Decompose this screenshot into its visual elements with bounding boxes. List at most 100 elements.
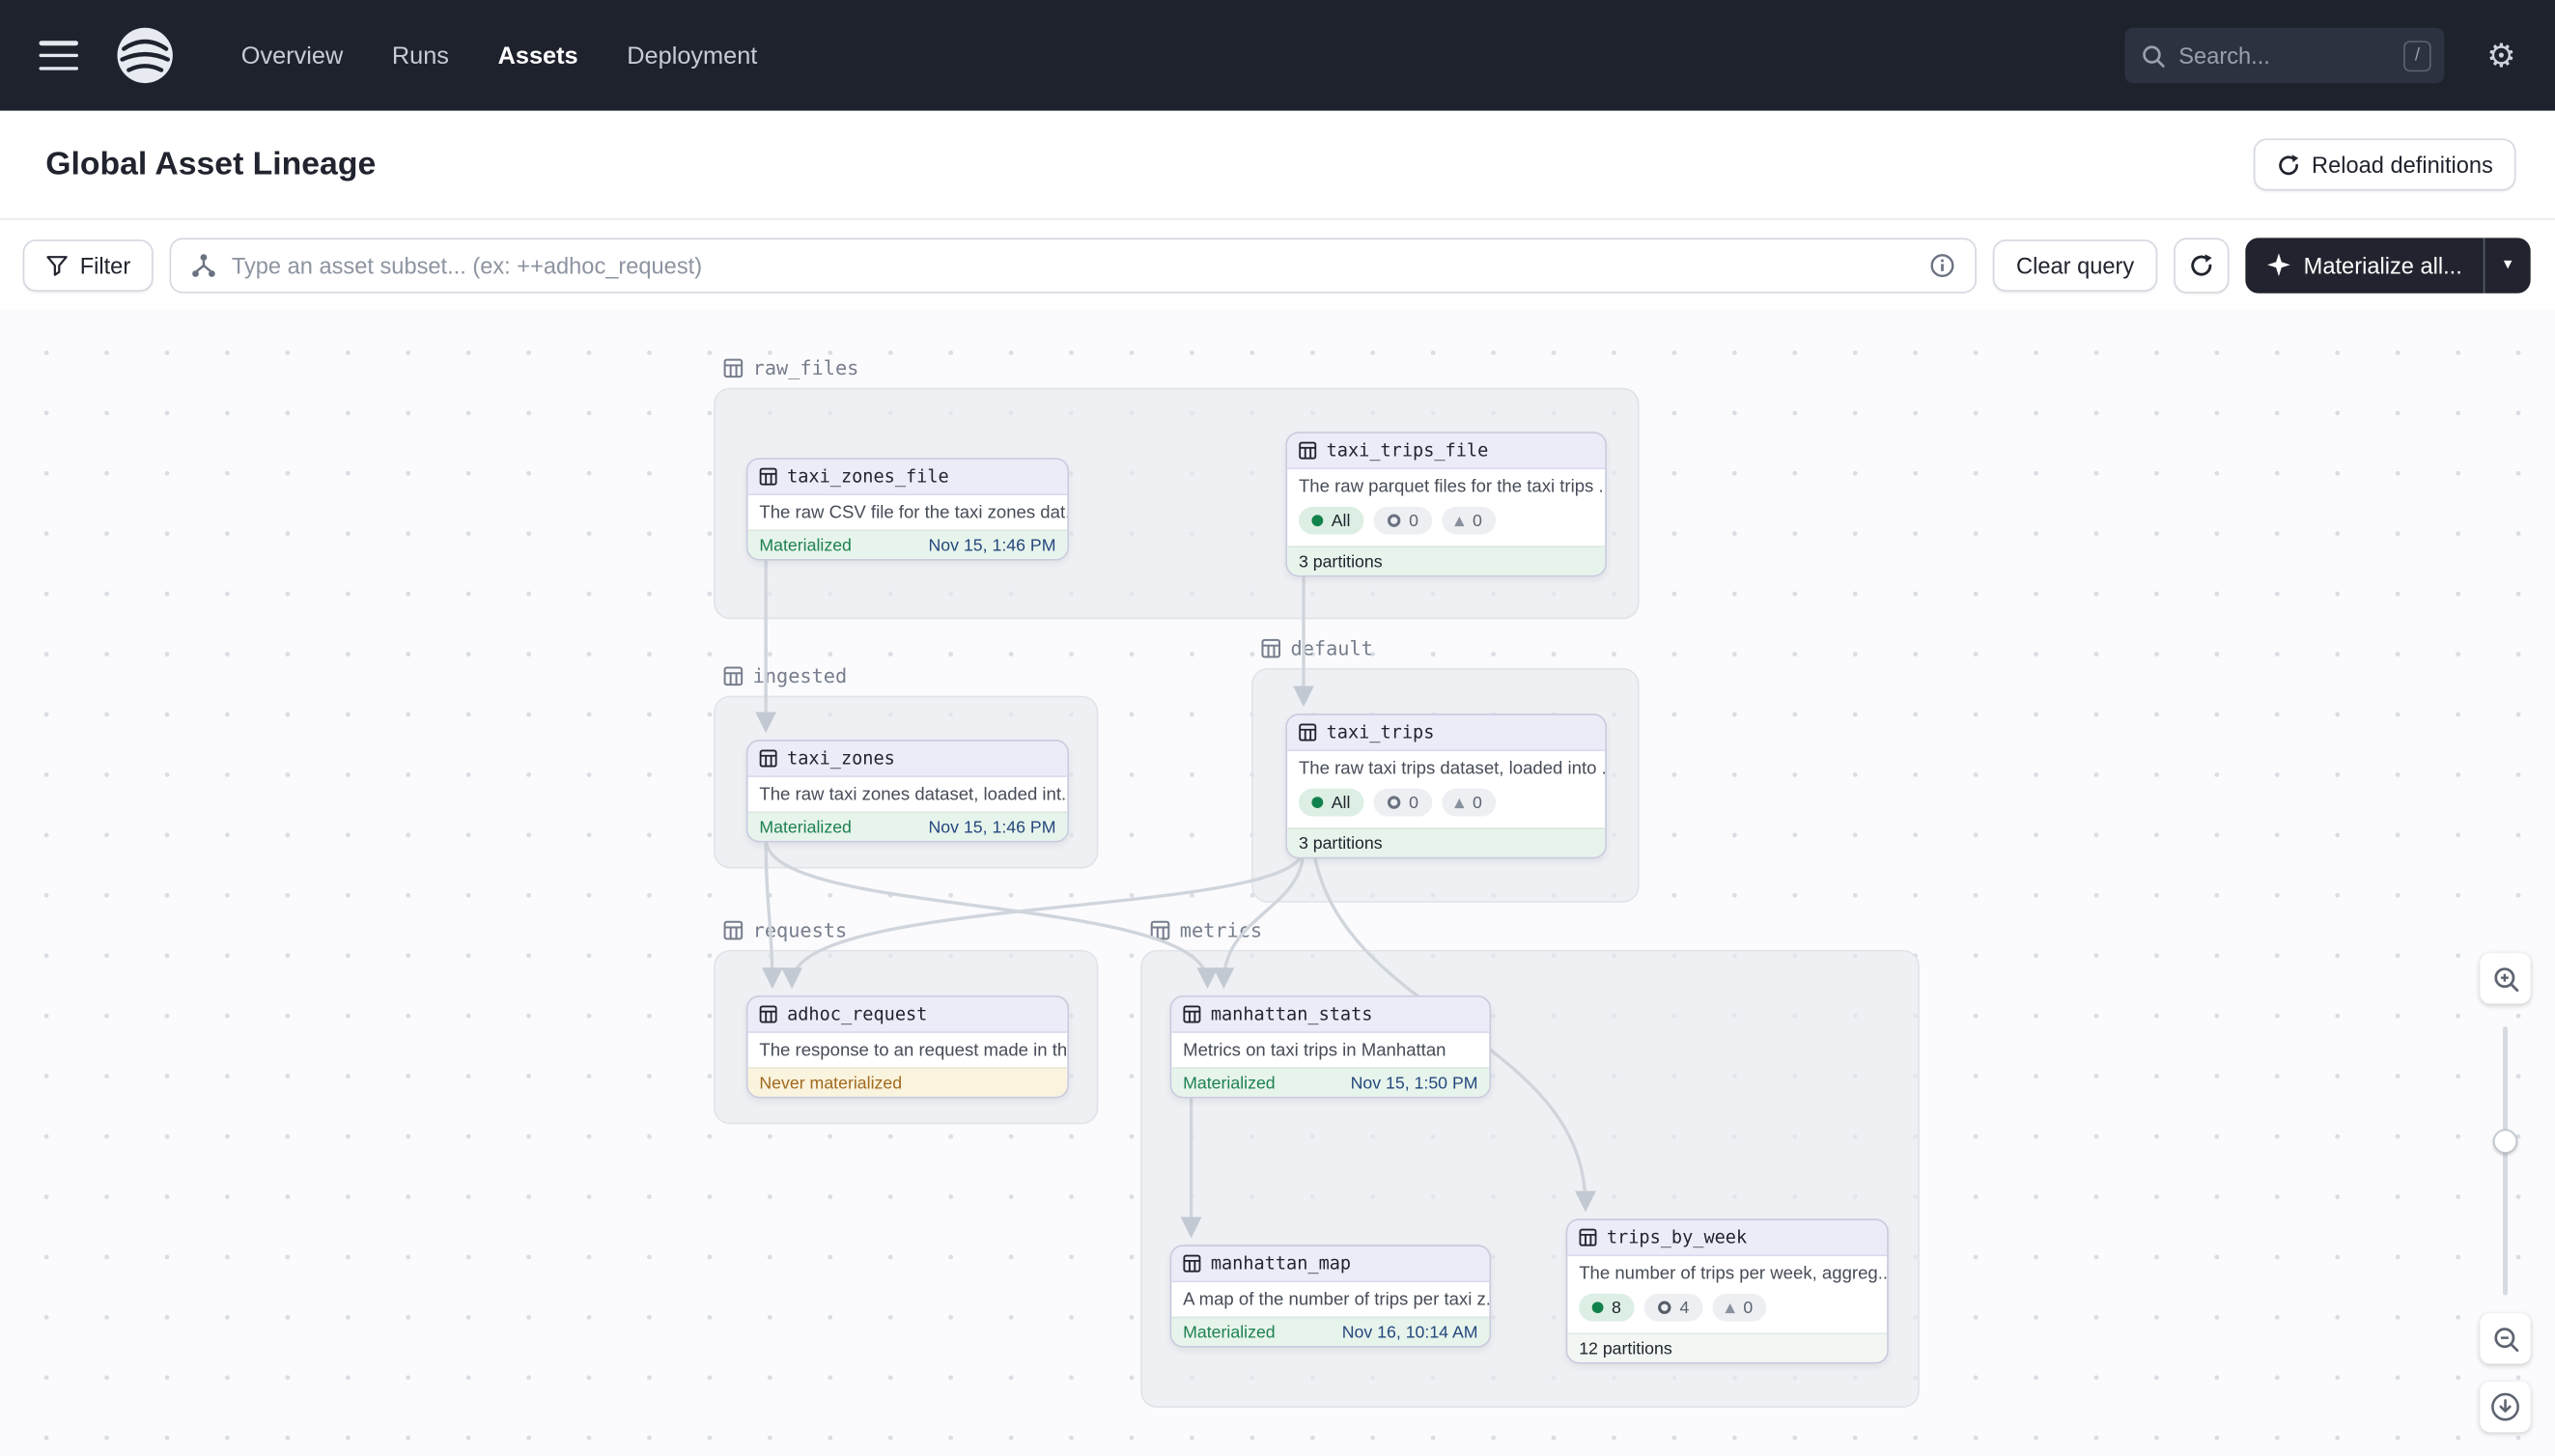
asset-node-taxi-trips[interactable]: taxi_trips The raw taxi trips dataset, l… bbox=[1285, 714, 1606, 858]
lineage-toolbar: Filter Clear query Materialize all bbox=[0, 220, 2555, 310]
asset-status-row: Materialized Nov 15, 1:50 PM bbox=[1171, 1067, 1489, 1096]
zoom-slider-handle[interactable] bbox=[2493, 1129, 2517, 1153]
asset-node-header: taxi_zones bbox=[748, 742, 1068, 777]
partitions-count-row: 3 partitions bbox=[1287, 546, 1605, 574]
nav-item-runs[interactable]: Runs bbox=[392, 42, 449, 70]
status-timestamp[interactable]: Nov 15, 1:46 PM bbox=[929, 535, 1056, 554]
asset-status-row: Materialized Nov 15, 1:46 PM bbox=[748, 529, 1068, 558]
clear-query-button[interactable]: Clear query bbox=[1993, 238, 2156, 291]
asset-graph-icon bbox=[191, 252, 217, 278]
materialized-partitions-badge[interactable]: 8 bbox=[1579, 1294, 1634, 1322]
settings-gear-icon[interactable]: ⚙ bbox=[2486, 40, 2515, 72]
reload-definitions-button[interactable]: Reload definitions bbox=[2253, 138, 2515, 190]
failed-partitions-badge[interactable]: ▲0 bbox=[1442, 507, 1496, 535]
missing-circle-icon bbox=[1387, 796, 1401, 810]
zoom-slider-track[interactable] bbox=[2503, 1026, 2508, 1295]
asset-subset-query[interactable] bbox=[170, 238, 1978, 293]
missing-partitions-badge[interactable]: 4 bbox=[1643, 1294, 1701, 1322]
dagster-logo-icon[interactable] bbox=[114, 24, 176, 86]
lineage-graph-canvas[interactable]: raw_files ingested default requests metr… bbox=[0, 310, 2555, 1456]
asset-node-trips-by-week[interactable]: trips_by_week The number of trips per we… bbox=[1566, 1218, 1889, 1363]
asset-name: taxi_zones bbox=[787, 748, 895, 770]
asset-node-header: taxi_trips bbox=[1287, 715, 1605, 751]
warning-triangle-icon: ▲ bbox=[1454, 796, 1464, 809]
failed-partitions-badge[interactable]: ▲0 bbox=[1712, 1294, 1766, 1322]
asset-node-header: taxi_trips_file bbox=[1287, 434, 1605, 469]
materialized-dot-icon bbox=[1311, 515, 1323, 526]
main-nav: Overview Runs Assets Deployment bbox=[241, 42, 758, 70]
table-icon bbox=[1183, 1005, 1201, 1023]
materialized-dot-icon bbox=[1592, 1302, 1604, 1313]
filter-label: Filter bbox=[80, 252, 131, 278]
table-icon bbox=[759, 467, 777, 486]
status-badge: Materialized bbox=[759, 817, 852, 836]
asset-node-header: manhattan_map bbox=[1171, 1246, 1489, 1282]
asset-name: taxi_trips bbox=[1327, 722, 1435, 743]
asset-node-adhoc-request[interactable]: adhoc_request The response to an request… bbox=[746, 995, 1069, 1098]
materialize-all-button[interactable]: Materialize all... bbox=[2245, 238, 2484, 293]
refresh-button[interactable] bbox=[2174, 238, 2229, 293]
asset-description: The raw CSV file for the taxi zones dat.… bbox=[748, 495, 1068, 529]
asset-description: The raw taxi zones dataset, loaded int..… bbox=[748, 777, 1068, 811]
global-search[interactable]: / bbox=[2125, 28, 2445, 83]
asset-node-taxi-trips-file[interactable]: taxi_trips_file The raw parquet files fo… bbox=[1285, 432, 1606, 576]
asset-name: taxi_zones_file bbox=[787, 466, 949, 488]
asset-node-taxi-zones-file[interactable]: taxi_zones_file The raw CSV file for the… bbox=[746, 458, 1069, 560]
info-icon[interactable] bbox=[1930, 252, 1956, 278]
asset-node-manhattan-stats[interactable]: manhattan_stats Metrics on taxi trips in… bbox=[1170, 995, 1491, 1098]
materialized-dot-icon bbox=[1311, 797, 1323, 808]
partitions-count-row: 3 partitions bbox=[1287, 827, 1605, 856]
filter-button[interactable]: Filter bbox=[23, 238, 154, 291]
page-title: Global Asset Lineage bbox=[45, 146, 376, 183]
table-icon bbox=[1299, 723, 1317, 742]
warning-triangle-icon: ▲ bbox=[1454, 514, 1464, 527]
asset-description: Metrics on taxi trips in Manhattan bbox=[1171, 1033, 1489, 1067]
materialize-options-button[interactable]: ▾ bbox=[2484, 238, 2531, 293]
download-icon bbox=[2490, 1391, 2521, 1422]
failed-partitions-badge[interactable]: ▲0 bbox=[1442, 789, 1496, 817]
table-icon bbox=[1183, 1254, 1201, 1273]
asset-name: trips_by_week bbox=[1607, 1227, 1747, 1248]
status-timestamp[interactable]: Nov 16, 10:14 AM bbox=[1342, 1322, 1478, 1341]
status-badge: Materialized bbox=[1183, 1322, 1276, 1341]
nav-item-assets[interactable]: Assets bbox=[498, 42, 578, 70]
sparkle-icon bbox=[2266, 253, 2290, 277]
asset-subset-input[interactable] bbox=[232, 252, 1916, 278]
warning-triangle-icon: ▲ bbox=[1726, 1301, 1735, 1314]
caret-down-icon: ▾ bbox=[2504, 256, 2512, 274]
menu-icon[interactable] bbox=[40, 41, 79, 70]
asset-description: The raw taxi trips dataset, loaded into … bbox=[1287, 751, 1605, 785]
asset-description: The raw parquet files for the taxi trips… bbox=[1287, 469, 1605, 503]
never-materialized-badge: Never materialized bbox=[759, 1073, 902, 1092]
download-image-button[interactable] bbox=[2480, 1382, 2530, 1432]
status-timestamp[interactable]: Nov 15, 1:46 PM bbox=[929, 817, 1056, 836]
partition-health-badges: All 0 ▲0 bbox=[1287, 503, 1605, 546]
search-input[interactable] bbox=[2178, 42, 2390, 69]
clear-query-label: Clear query bbox=[2016, 252, 2134, 278]
asset-name: taxi_trips_file bbox=[1327, 440, 1489, 462]
materialized-partitions-badge[interactable]: All bbox=[1299, 507, 1363, 535]
asset-node-taxi-zones[interactable]: taxi_zones The raw taxi zones dataset, l… bbox=[746, 740, 1069, 842]
missing-partitions-badge[interactable]: 0 bbox=[1373, 507, 1431, 535]
nav-item-overview[interactable]: Overview bbox=[241, 42, 343, 70]
missing-circle-icon bbox=[1657, 1301, 1671, 1315]
asset-node-manhattan-map[interactable]: manhattan_map A map of the number of tri… bbox=[1170, 1245, 1491, 1347]
partition-health-badges: All 0 ▲0 bbox=[1287, 785, 1605, 827]
materialized-partitions-badge[interactable]: All bbox=[1299, 789, 1363, 817]
asset-description: The response to an request made in th... bbox=[748, 1033, 1068, 1067]
table-icon bbox=[759, 749, 777, 768]
partitions-count: 3 partitions bbox=[1299, 551, 1383, 571]
status-timestamp[interactable]: Nov 15, 1:50 PM bbox=[1351, 1073, 1478, 1092]
reload-icon bbox=[2276, 153, 2300, 177]
search-shortcut-hint: / bbox=[2403, 40, 2431, 70]
table-icon bbox=[1579, 1228, 1597, 1246]
zoom-out-button[interactable] bbox=[2480, 1313, 2530, 1363]
status-badge: Materialized bbox=[1183, 1073, 1276, 1092]
zoom-out-icon bbox=[2490, 1324, 2519, 1353]
zoom-in-button[interactable] bbox=[2480, 953, 2530, 1003]
nav-item-deployment[interactable]: Deployment bbox=[627, 42, 757, 70]
table-icon bbox=[1299, 441, 1317, 460]
page-header: Global Asset Lineage Reload definitions bbox=[0, 111, 2555, 220]
missing-partitions-badge[interactable]: 0 bbox=[1373, 789, 1431, 817]
partitions-count: 3 partitions bbox=[1299, 833, 1383, 853]
